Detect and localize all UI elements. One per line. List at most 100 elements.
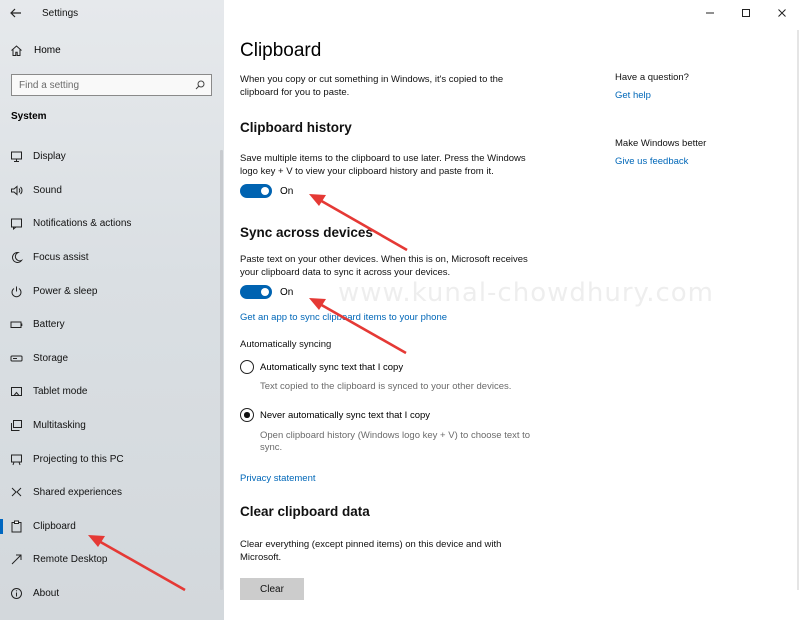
sidebar-item-battery[interactable]: Battery — [0, 308, 224, 342]
clipboard-history-heading: Clipboard history — [240, 120, 352, 135]
search-icon — [195, 80, 205, 90]
sidebar-item-display[interactable]: Display — [0, 140, 224, 174]
app-title: Settings — [42, 7, 79, 19]
toggle-state-label: On — [280, 286, 294, 298]
feedback-question: Make Windows better — [615, 138, 707, 149]
sidebar-item-label: Display — [33, 151, 66, 163]
remote-icon — [10, 553, 23, 566]
battery-icon — [10, 318, 23, 331]
moon-icon — [10, 251, 23, 264]
feedback-section: Make Windows better Give us feedback — [615, 138, 706, 167]
radio-never-sync[interactable]: Never automatically sync text that I cop… — [240, 408, 430, 422]
radio-button[interactable] — [240, 360, 254, 374]
never-sync-hint: Open clipboard history (Windows logo key… — [260, 430, 531, 453]
toggle-state-label: On — [280, 185, 294, 197]
sidebar-item-about[interactable]: About — [0, 577, 224, 611]
sidebar: Settings Home Find a setting System Disp… — [0, 0, 224, 620]
intro-text: When you copy or cut something in Window… — [240, 74, 504, 98]
sidebar-item-label: Notifications & actions — [33, 218, 132, 230]
sidebar-item-label: Battery — [33, 319, 65, 331]
projector-icon — [10, 453, 23, 466]
clipboard-icon — [10, 520, 23, 533]
back-button[interactable] — [0, 0, 32, 26]
sidebar-item-tablet-mode[interactable]: Tablet mode — [0, 375, 224, 409]
home-icon — [11, 44, 22, 56]
sidebar-item-multitasking[interactable]: Multitasking — [0, 409, 224, 443]
clipboard-history-description: Save multiple items to the clipboard to … — [240, 153, 526, 177]
window-controls — [692, 0, 800, 26]
search-placeholder: Find a setting — [19, 79, 80, 91]
clear-description: Clear everything (except pinned items) o… — [240, 539, 502, 563]
storage-icon — [10, 352, 23, 365]
sidebar-item-label: Remote Desktop — [33, 554, 108, 566]
speaker-icon — [10, 184, 23, 197]
maximize-button[interactable] — [728, 0, 764, 26]
multitasking-icon — [10, 419, 23, 432]
sidebar-item-label: Sound — [33, 184, 62, 196]
sidebar-item-storage[interactable]: Storage — [0, 342, 224, 376]
search-input[interactable]: Find a setting — [11, 74, 212, 96]
sync-description: Paste text on your other devices. When t… — [240, 254, 528, 278]
sidebar-item-label: About — [33, 588, 60, 600]
sidebar-nav: Display Sound Notifications & actions Fo… — [0, 140, 224, 610]
sidebar-item-sound[interactable]: Sound — [0, 174, 224, 208]
main-content: www.kunal-chowdhury.com Clipboard When y… — [224, 0, 800, 620]
radio-label: Never automatically sync text that I cop… — [260, 409, 431, 421]
home-label: Home — [34, 44, 61, 56]
sidebar-item-shared-experiences[interactable]: Shared experiences — [0, 476, 224, 510]
watermark-text: www.kunal-chowdhury.com — [338, 278, 714, 308]
sidebar-item-notifications[interactable]: Notifications & actions — [0, 207, 224, 241]
minimize-icon — [706, 12, 714, 14]
sidebar-item-label: Shared experiences — [33, 487, 122, 499]
sidebar-item-projecting[interactable]: Projecting to this PC — [0, 442, 224, 476]
toggle-knob — [261, 187, 269, 195]
sidebar-item-label: Power & sleep — [33, 285, 98, 297]
clipboard-history-toggle-row: On — [240, 184, 293, 198]
info-icon — [10, 587, 23, 600]
close-button[interactable] — [764, 0, 800, 26]
help-question: Have a question? — [615, 72, 689, 83]
automatic-syncing-label: Automatically syncing — [240, 339, 332, 350]
sidebar-item-label: Storage — [33, 352, 69, 364]
sidebar-item-clipboard[interactable]: Clipboard — [0, 510, 224, 544]
shared-icon — [10, 486, 23, 499]
maximize-icon — [742, 9, 750, 17]
sidebar-item-label: Clipboard — [33, 520, 76, 532]
sync-app-link[interactable]: Get an app to sync clipboard items to yo… — [240, 312, 447, 323]
tablet-icon — [10, 385, 23, 398]
sidebar-item-label: Focus assist — [33, 252, 89, 264]
close-icon — [778, 9, 786, 17]
sidebar-item-focus-assist[interactable]: Focus assist — [0, 241, 224, 275]
give-feedback-link[interactable]: Give us feedback — [615, 156, 706, 167]
sidebar-item-home[interactable]: Home — [0, 38, 224, 62]
help-section: Have a question? Get help — [615, 72, 689, 101]
radio-label: Automatically sync text that I copy — [260, 361, 404, 373]
sidebar-item-label: Projecting to this PC — [33, 453, 124, 465]
title-bar: Settings — [0, 0, 224, 26]
sync-toggle[interactable] — [240, 285, 272, 299]
get-help-link[interactable]: Get help — [615, 90, 689, 101]
sidebar-scrollbar[interactable] — [220, 150, 223, 590]
minimize-button[interactable] — [692, 0, 728, 26]
notifications-icon — [10, 217, 23, 231]
page-title: Clipboard — [240, 40, 322, 61]
sidebar-item-label: Tablet mode — [33, 386, 88, 398]
clipboard-history-toggle[interactable] — [240, 184, 272, 198]
toggle-knob — [261, 288, 269, 296]
back-arrow-icon — [10, 8, 21, 18]
radio-button[interactable] — [240, 408, 254, 422]
clear-button[interactable]: Clear — [240, 578, 304, 600]
privacy-statement-link[interactable]: Privacy statement — [240, 473, 316, 484]
sync-toggle-row: On — [240, 285, 293, 299]
section-label-system: System — [11, 111, 47, 122]
sync-heading: Sync across devices — [240, 225, 373, 240]
clear-heading: Clear clipboard data — [240, 504, 370, 519]
sidebar-item-label: Multitasking — [33, 420, 86, 432]
sidebar-item-power-sleep[interactable]: Power & sleep — [0, 274, 224, 308]
radio-auto-sync[interactable]: Automatically sync text that I copy — [240, 360, 403, 374]
auto-sync-hint: Text copied to the clipboard is synced t… — [260, 381, 512, 392]
display-icon — [10, 150, 23, 163]
power-icon — [10, 285, 23, 298]
main-scrollbar[interactable] — [797, 30, 799, 590]
sidebar-item-remote-desktop[interactable]: Remote Desktop — [0, 543, 224, 577]
